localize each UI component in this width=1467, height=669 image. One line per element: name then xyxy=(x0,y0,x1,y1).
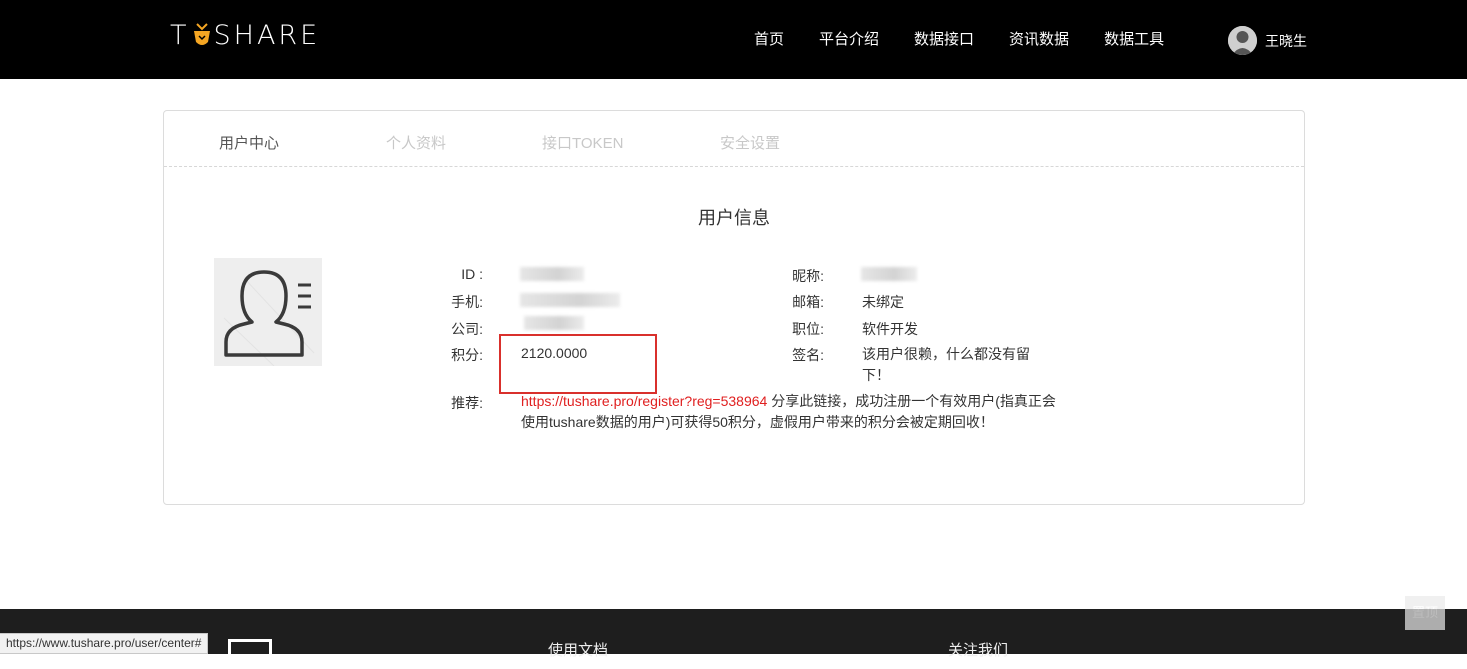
back-to-top-button[interactable]: 置顶 xyxy=(1405,596,1445,630)
nickname-value-redacted xyxy=(861,267,917,281)
user-card-icon xyxy=(223,270,315,367)
tab-profile[interactable]: 个人资料 xyxy=(386,132,446,153)
email-label: 邮箱: xyxy=(792,294,824,310)
referral-link[interactable]: https://tushare.pro/register?reg=538964 xyxy=(521,393,767,409)
phone-label: 手机: xyxy=(451,294,483,310)
company-label: 公司: xyxy=(451,321,483,337)
nav-data-tools[interactable]: 数据工具 xyxy=(1104,30,1164,50)
signature-label: 签名: xyxy=(792,347,824,363)
nav-home[interactable]: 首页 xyxy=(754,30,784,50)
tab-security[interactable]: 安全设置 xyxy=(720,132,780,153)
card-title: 用户信息 xyxy=(698,208,770,228)
position-label: 职位: xyxy=(792,321,824,337)
user-name[interactable]: 王晓生 xyxy=(1265,31,1307,51)
footer-follow-heading: 关注我们 xyxy=(948,642,1009,659)
points-highlight-box xyxy=(499,334,657,394)
profile-placeholder-image xyxy=(214,258,322,367)
user-center-card: 用户中心 个人资料 接口TOKEN 安全设置 用户信息 ID : 手机: 公司:… xyxy=(163,110,1305,505)
tushare-logo[interactable]: T SHARE xyxy=(170,19,321,51)
nav-data-api[interactable]: 数据接口 xyxy=(914,30,974,50)
signature-value: 该用户很赖，什么都没有留下！ xyxy=(862,346,1030,383)
tab-user-center[interactable]: 用户中心 xyxy=(219,132,279,153)
main-nav: 首页 平台介绍 数据接口 资讯数据 数据工具 xyxy=(740,30,1199,50)
referral-label: 推荐: xyxy=(451,395,483,411)
tab-bar: 用户中心 个人资料 接口TOKEN 安全设置 xyxy=(164,111,1304,167)
phone-value-redacted xyxy=(520,293,620,307)
logo-text-left: T xyxy=(170,19,190,51)
nav-news-data[interactable]: 资讯数据 xyxy=(1009,30,1069,50)
top-navbar: T SHARE 首页 平台介绍 数据接口 资讯数据 数据工具 王晓生 xyxy=(0,0,1467,79)
avatar[interactable] xyxy=(1228,26,1257,55)
tab-api-token[interactable]: 接口TOKEN xyxy=(542,132,623,153)
user-menu[interactable]: 王晓生 xyxy=(1228,26,1307,55)
carrot-icon xyxy=(193,23,210,45)
user-avatar-icon xyxy=(1228,26,1257,55)
nickname-label: 昵称: xyxy=(792,268,824,284)
footer-docs-heading[interactable]: 使用文档 xyxy=(548,639,608,660)
email-value: 未绑定 xyxy=(862,294,904,310)
nav-platform-intro[interactable]: 平台介绍 xyxy=(819,30,879,50)
logo-text-right: SHARE xyxy=(213,19,321,51)
id-value-redacted xyxy=(520,267,584,281)
position-value: 软件开发 xyxy=(862,321,918,337)
browser-status-url: https://www.tushare.pro/user/center# xyxy=(0,633,209,654)
referral-info: https://tushare.pro/register?reg=538964 … xyxy=(521,391,1056,433)
id-label: ID : xyxy=(461,266,483,282)
company-value-redacted xyxy=(524,316,584,330)
points-label: 积分: xyxy=(451,347,483,363)
footer: 使用文档 关注我们 xyxy=(0,609,1467,669)
qr-code-icon xyxy=(228,639,272,669)
